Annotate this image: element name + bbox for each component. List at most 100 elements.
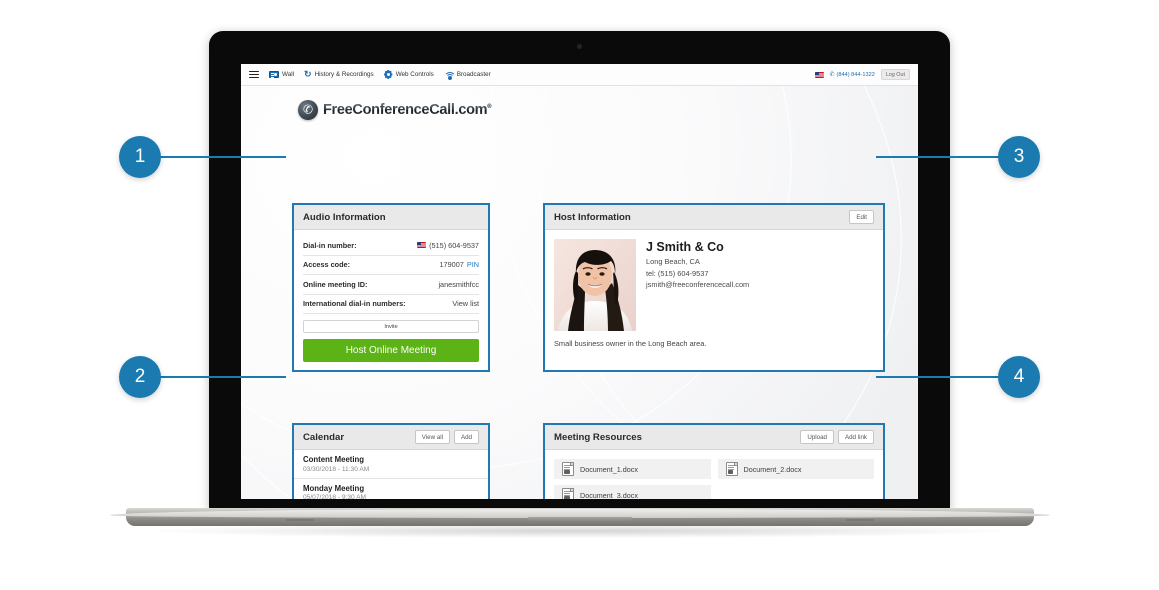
- wifi-icon: [443, 71, 456, 80]
- audio-row-meeting-id: Online meeting ID: janesmithfcc: [303, 275, 479, 295]
- file-name: Document_2.docx: [743, 464, 802, 474]
- page-body: ✆ FreeConferenceCall.com® Audio Informat…: [241, 86, 918, 499]
- laptop-base: [110, 508, 1050, 526]
- host-body: J Smith & Co Long Beach, CA tel: (515) 6…: [545, 230, 883, 331]
- host-details: J Smith & Co Long Beach, CA tel: (515) 6…: [646, 239, 749, 331]
- meeting-id-label: Online meeting ID:: [303, 279, 368, 289]
- host-bio: Small business owner in the Long Beach a…: [554, 339, 707, 348]
- scene: Wall ↻ History & Recordings Web Controls…: [0, 0, 1159, 590]
- calendar-panel-actions: View all Add: [414, 430, 479, 444]
- brand-name: FreeConferenceCall.com®: [323, 102, 492, 118]
- laptop-lid: Wall ↻ History & Recordings Web Controls…: [209, 31, 950, 511]
- hamburger-icon[interactable]: [249, 70, 259, 79]
- upload-button[interactable]: Upload: [800, 430, 834, 444]
- host-name: J Smith & Co: [646, 240, 724, 254]
- callout-line-3: [876, 156, 1000, 158]
- callout-badge-1: 1: [119, 136, 161, 178]
- support-phone-number[interactable]: ✆ (844) 844-1322: [829, 71, 875, 79]
- add-event-button[interactable]: Add: [453, 430, 479, 444]
- host-online-meeting-button[interactable]: Host Online Meeting: [303, 339, 479, 362]
- host-information-panel: Host Information Edit J Smith & Co Long …: [543, 203, 885, 372]
- invite-button[interactable]: Invite: [303, 320, 479, 333]
- host-telephone: tel: (515) 604-9537: [646, 268, 709, 278]
- us-flag-icon[interactable]: [814, 71, 824, 78]
- logout-button[interactable]: Log Out: [880, 69, 910, 80]
- host-panel-title: Host Information: [554, 211, 631, 223]
- laptop-foot: [286, 519, 314, 521]
- callout-line-1: [160, 156, 286, 158]
- access-code-value: 179007: [439, 260, 464, 270]
- view-list-link[interactable]: View list: [452, 299, 479, 308]
- nav-item-wall[interactable]: Wall: [269, 70, 294, 79]
- access-code-value-group: 179007 PIN: [439, 260, 479, 269]
- document-icon: [562, 462, 574, 476]
- event-date: 05/07/2018 - 9:30 AM: [303, 494, 367, 499]
- host-location: Long Beach, CA: [646, 257, 700, 266]
- gear-icon: [384, 70, 393, 79]
- dial-in-value: (515) 604-9537: [429, 240, 479, 250]
- file-name: Document_3.docx: [580, 490, 638, 500]
- resources-panel-title: Meeting Resources: [554, 431, 642, 443]
- event-date: 03/30/2018 - 11:30 AM: [303, 465, 370, 473]
- nav-item-history-recordings[interactable]: ↻ History & Recordings: [304, 70, 374, 79]
- nav-item-web-controls[interactable]: Web Controls: [384, 70, 434, 79]
- wall-icon: [269, 70, 279, 79]
- nav-right-group: ✆ (844) 844-1322 Log Out: [814, 69, 910, 80]
- host-email: jsmith@freeconferencecall.com: [646, 280, 750, 289]
- resources-panel-actions: Upload Add link: [800, 430, 874, 444]
- avatar: [554, 239, 636, 331]
- list-item[interactable]: Document_2.docx: [717, 459, 874, 479]
- webcam-icon: [577, 44, 582, 49]
- document-icon: [562, 488, 574, 499]
- meeting-resources-panel: Meeting Resources Upload Add link Docume…: [543, 423, 885, 499]
- calendar-panel-header: Calendar View all Add: [294, 425, 488, 450]
- callout-2-number: 2: [134, 366, 146, 387]
- nav-item-web-controls-label: Web Controls: [395, 71, 434, 78]
- nav-item-broadcaster-label: Broadcaster: [456, 71, 491, 78]
- telephone-icon: ✆: [298, 100, 318, 120]
- audio-information-panel: Audio Information Dial-in number: (515) …: [292, 203, 490, 372]
- brand-logo[interactable]: ✆ FreeConferenceCall.com®: [298, 100, 492, 120]
- us-flag-icon: [417, 242, 427, 249]
- international-label: International dial-in numbers:: [303, 299, 406, 309]
- calendar-panel: Calendar View all Add Content Meeting 03…: [292, 423, 490, 499]
- pin-link[interactable]: PIN: [467, 260, 479, 269]
- laptop-foot: [846, 519, 874, 521]
- callout-line-2: [160, 376, 286, 378]
- callout-line-4: [876, 376, 1000, 378]
- dial-in-value-group: (515) 604-9537: [417, 241, 479, 250]
- top-navigation-bar: Wall ↻ History & Recordings Web Controls…: [241, 64, 918, 86]
- callout-badge-4: 4: [998, 356, 1040, 398]
- host-portrait-image: [554, 239, 636, 331]
- phone-icon: ✆: [829, 72, 835, 78]
- callout-badge-3: 3: [998, 136, 1040, 178]
- audio-row-international: International dial-in numbers: View list: [303, 295, 479, 314]
- calendar-panel-title: Calendar: [303, 431, 345, 443]
- laptop-shadow: [150, 524, 1010, 538]
- resources-grid: Document_1.docx Document_2.docx Document…: [545, 450, 883, 499]
- access-code-label: Access code:: [303, 260, 351, 270]
- audio-rows: Dial-in number: (515) 604-9537 Access co…: [294, 236, 488, 314]
- list-item[interactable]: Monday Meeting 05/07/2018 - 9:30 AM: [294, 479, 488, 500]
- file-name: Document_1.docx: [580, 464, 638, 474]
- laptop-base-notch: [528, 517, 632, 521]
- audio-panel-header: Audio Information: [294, 205, 488, 230]
- audio-panel-title: Audio Information: [303, 211, 386, 223]
- list-item[interactable]: Document_3.docx: [554, 485, 711, 499]
- laptop-screen: Wall ↻ History & Recordings Web Controls…: [241, 64, 918, 499]
- list-item[interactable]: Document_1.docx: [554, 459, 711, 479]
- nav-item-broadcaster[interactable]: Broadcaster: [443, 71, 491, 80]
- dial-in-label: Dial-in number:: [303, 240, 357, 250]
- resources-panel-header: Meeting Resources Upload Add link: [545, 425, 883, 450]
- host-panel-actions: Edit: [849, 210, 874, 224]
- event-title: Content Meeting: [303, 455, 365, 464]
- add-link-button[interactable]: Add link: [837, 430, 874, 444]
- event-title: Monday Meeting: [303, 483, 365, 493]
- host-panel-header: Host Information Edit: [545, 205, 883, 230]
- nav-item-history-label: History & Recordings: [314, 71, 374, 78]
- callout-badge-2: 2: [119, 356, 161, 398]
- view-all-button[interactable]: View all: [414, 430, 450, 444]
- edit-button[interactable]: Edit: [849, 210, 874, 224]
- list-item[interactable]: Content Meeting 03/30/2018 - 11:30 AM: [294, 450, 488, 479]
- document-icon: [725, 462, 738, 476]
